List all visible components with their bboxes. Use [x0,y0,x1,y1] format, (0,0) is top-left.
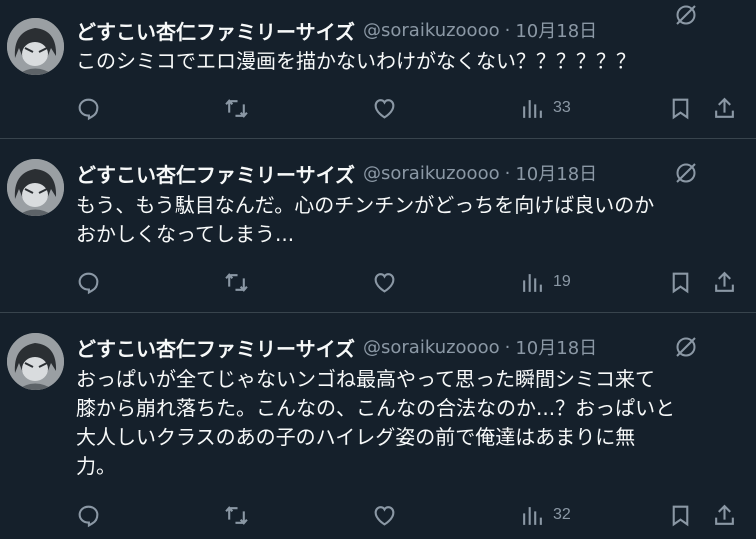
retweet-icon [224,96,249,121]
like-button[interactable] [372,94,397,122]
separator: · [504,336,511,358]
retweet-icon [224,503,249,528]
tweet-text: もう、もう駄目なんだ。心のチンチンがどっちを向けば良いのか おかしくなってしまう… [76,193,655,246]
author-name[interactable]: どすこい杏仁ファミリーサイズ [76,333,355,362]
views-button[interactable]: 19 [520,268,571,296]
grok-icon[interactable] [674,335,698,359]
timeline-feed: どすこい杏仁ファミリーサイズ @soraikuzoooo · 10月18日 この… [0,0,756,539]
tweet-text: おっぱいが全てじゃないンゴね最高やって思った瞬間シミコ来て 膝から崩れ落ちた。こ… [76,367,676,478]
separator: · [504,19,511,41]
reply-icon [76,503,101,528]
tweet-actions: 33 [76,94,756,122]
timestamp[interactable]: 10月18日 [515,334,597,360]
bookmark-icon [668,96,693,121]
tweet[interactable]: どすこい杏仁ファミリーサイズ @soraikuzoooo · 10月18日 この… [0,0,756,139]
author-name[interactable]: どすこい杏仁ファミリーサイズ [76,16,355,45]
like-icon [372,503,397,528]
bookmark-button[interactable] [668,501,693,529]
share-button[interactable] [712,501,737,529]
tweet[interactable]: どすこい杏仁ファミリーサイズ @soraikuzoooo · 10月18日 おっ… [0,313,756,539]
avatar[interactable] [7,159,64,216]
views-button[interactable]: 32 [520,501,571,529]
author-handle[interactable]: @soraikuzoooo [363,337,500,358]
tweet-header: どすこい杏仁ファミリーサイズ @soraikuzoooo · 10月18日 [76,15,756,45]
tweet[interactable]: どすこい杏仁ファミリーサイズ @soraikuzoooo · 10月18日 もう… [0,139,756,313]
avatar[interactable] [7,333,64,390]
author-handle[interactable]: @soraikuzoooo [363,163,500,184]
avatar[interactable] [7,18,64,75]
reply-button[interactable] [76,501,101,529]
bookmark-button[interactable] [668,94,693,122]
tweet-header: どすこい杏仁ファミリーサイズ @soraikuzoooo · 10月18日 [76,332,756,362]
views-icon [520,503,545,528]
views-count: 32 [553,506,571,523]
tweet-text: このシミコでエロ漫画を描かないわけがなくない？？？？？？ [76,49,636,73]
author-handle[interactable]: @soraikuzoooo [363,20,500,41]
like-icon [372,96,397,121]
share-button[interactable] [712,268,737,296]
reply-icon [76,96,101,121]
separator: · [504,162,511,184]
retweet-icon [224,270,249,295]
bookmark-icon [668,270,693,295]
like-icon [372,270,397,295]
like-button[interactable] [372,501,397,529]
retweet-button[interactable] [224,94,249,122]
share-button[interactable] [712,94,737,122]
views-icon [520,96,545,121]
tweet-header: どすこい杏仁ファミリーサイズ @soraikuzoooo · 10月18日 [76,158,756,188]
reply-button[interactable] [76,94,101,122]
grok-icon[interactable] [674,161,698,185]
retweet-button[interactable] [224,268,249,296]
views-icon [520,270,545,295]
like-button[interactable] [372,268,397,296]
retweet-button[interactable] [224,501,249,529]
views-count: 33 [553,99,571,116]
timestamp[interactable]: 10月18日 [515,17,597,43]
share-icon [712,270,737,295]
views-count: 19 [553,273,571,290]
author-name[interactable]: どすこい杏仁ファミリーサイズ [76,159,355,188]
tweet-actions: 32 [76,501,756,529]
share-icon [712,503,737,528]
views-button[interactable]: 33 [520,94,571,122]
reply-button[interactable] [76,268,101,296]
bookmark-icon [668,503,693,528]
tweet-actions: 19 [76,268,756,296]
bookmark-button[interactable] [668,268,693,296]
grok-icon[interactable] [674,3,698,27]
reply-icon [76,270,101,295]
timestamp[interactable]: 10月18日 [515,160,597,186]
share-icon [712,96,737,121]
